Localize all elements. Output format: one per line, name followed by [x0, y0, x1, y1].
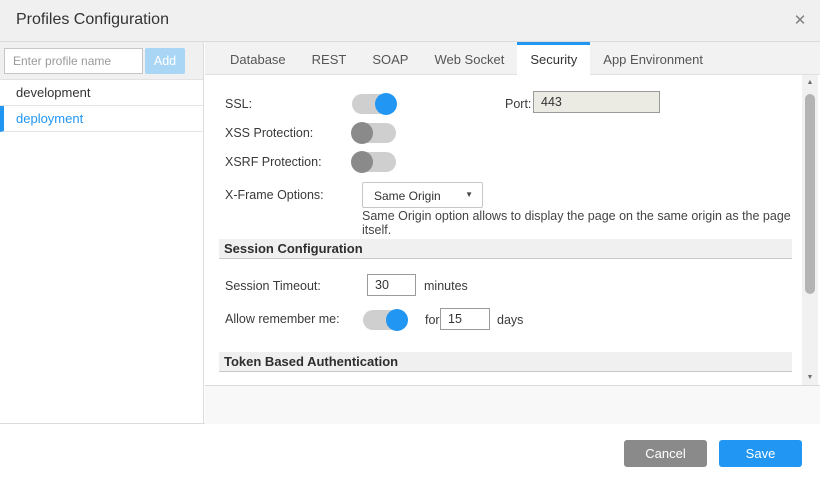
dialog-header: Profiles Configuration ✕ — [0, 0, 820, 42]
remember-me-toggle-knob — [386, 309, 408, 331]
x-frame-options-select[interactable]: Same Origin ▼ — [362, 182, 483, 208]
cancel-button[interactable]: Cancel — [624, 440, 707, 467]
session-timeout-unit: minutes — [424, 279, 468, 293]
xsrf-toggle-knob — [351, 151, 373, 173]
scroll-down-icon[interactable]: ▼ — [802, 370, 818, 385]
tab-soap[interactable]: SOAP — [359, 42, 421, 74]
port-label: Port: — [505, 97, 531, 111]
add-profile-bar: Add — [0, 42, 203, 80]
tab-rest[interactable]: REST — [299, 42, 360, 74]
tab-database[interactable]: Database — [217, 42, 299, 74]
security-tab-content: SSL: Port: XSS Protection: XSRF Protecti… — [205, 75, 820, 385]
ssl-toggle-knob — [375, 93, 397, 115]
session-configuration-header: Session Configuration — [219, 239, 792, 259]
tab-security[interactable]: Security — [517, 42, 590, 74]
remember-me-toggle[interactable] — [363, 310, 407, 330]
profiles-configuration-dialog: Profiles Configuration ✕ Add development… — [0, 0, 820, 424]
remember-me-unit: days — [497, 313, 523, 327]
dialog-title: Profiles Configuration — [16, 11, 169, 29]
scroll-up-icon[interactable]: ▲ — [802, 75, 818, 90]
port-input — [533, 91, 660, 113]
remember-me-for-text: for — [425, 313, 440, 327]
ssl-label: SSL: — [225, 97, 252, 111]
tab-web-socket[interactable]: Web Socket — [421, 42, 517, 74]
allow-remember-me-label: Allow remember me: — [225, 312, 340, 326]
xss-toggle-knob — [351, 122, 373, 144]
x-frame-selected-value: Same Origin — [374, 189, 441, 203]
session-timeout-input[interactable] — [367, 274, 416, 296]
vertical-scrollbar[interactable]: ▲ ▼ — [802, 75, 818, 385]
profiles-sidebar: Add development deployment — [0, 42, 204, 423]
profile-list: development deployment — [0, 80, 203, 132]
x-frame-help-text: Same Origin option allows to display the… — [362, 209, 820, 237]
panel-footer-strip — [205, 385, 820, 424]
add-profile-button[interactable]: Add — [145, 48, 185, 74]
profile-item-development[interactable]: development — [0, 80, 203, 106]
xsrf-protection-toggle[interactable] — [352, 152, 396, 172]
xss-protection-toggle[interactable] — [352, 123, 396, 143]
remember-me-days-input[interactable] — [440, 308, 490, 330]
main-panel: Database REST SOAP Web Socket Security A… — [205, 42, 820, 423]
ssl-toggle[interactable] — [352, 94, 396, 114]
chevron-down-icon: ▼ — [465, 190, 473, 199]
tab-bar: Database REST SOAP Web Socket Security A… — [205, 42, 820, 75]
save-button[interactable]: Save — [719, 440, 802, 467]
xsrf-protection-label: XSRF Protection: — [225, 155, 322, 169]
token-based-authentication-header: Token Based Authentication — [219, 352, 792, 372]
close-icon[interactable]: ✕ — [790, 11, 810, 31]
profile-item-deployment[interactable]: deployment — [0, 106, 203, 132]
tab-app-environment[interactable]: App Environment — [590, 42, 716, 74]
x-frame-options-label: X-Frame Options: — [225, 188, 324, 202]
session-timeout-label: Session Timeout: — [225, 279, 321, 293]
scrollbar-thumb[interactable] — [805, 94, 815, 294]
xss-protection-label: XSS Protection: — [225, 126, 313, 140]
profile-name-input[interactable] — [4, 48, 143, 74]
